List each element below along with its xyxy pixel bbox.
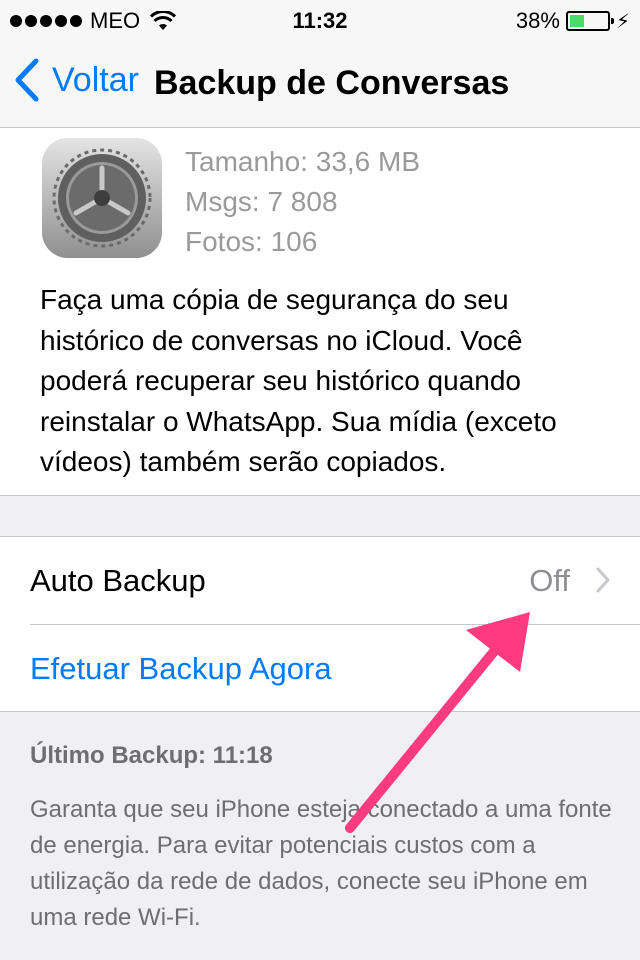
- chevron-left-icon: [15, 58, 39, 102]
- battery-percent: 38%: [515, 8, 560, 33]
- backup-message-count: Msgs: 7 808: [185, 186, 338, 217]
- status-bar: MEO 11:32 38% ⚡: [0, 0, 640, 40]
- back-label: Voltar: [52, 60, 139, 99]
- auto-backup-label: Auto Backup: [30, 563, 206, 598]
- backup-stats: Tamanho: 33,6 MB Msgs: 7 808 Fotos: 106: [185, 142, 420, 262]
- backup-now-button[interactable]: Efetuar Backup Agora: [30, 651, 332, 687]
- backup-now-row[interactable]: Efetuar Backup Agora: [0, 625, 640, 712]
- backup-size: Tamanho: 33,6 MB: [185, 146, 421, 177]
- settings-gear-icon: [42, 138, 162, 258]
- status-right: 38% ⚡: [516, 8, 630, 34]
- back-button[interactable]: Voltar: [14, 58, 139, 102]
- nav-bar: Voltar Backup de Conversas: [0, 40, 640, 128]
- backup-options-group: Auto Backup Off Efetuar Backup Agora: [0, 536, 640, 712]
- auto-backup-value: Off: [529, 563, 570, 598]
- chevron-right-icon: [596, 567, 610, 593]
- backup-photo-count: Fotos: 106: [185, 226, 318, 257]
- auto-backup-row[interactable]: Auto Backup Off: [0, 537, 640, 625]
- backup-info-card: Tamanho: 33,6 MB Msgs: 7 808 Fotos: 106 …: [0, 128, 640, 496]
- last-backup-label: Último Backup: 11:18: [30, 742, 273, 769]
- power-wifi-note: Garanta que seu iPhone esteja conectado …: [30, 796, 612, 931]
- charging-icon: ⚡: [615, 10, 630, 33]
- battery-fill: [569, 15, 584, 27]
- battery-icon: [565, 11, 614, 31]
- backup-description: Faça uma cópia de segurança do seu histó…: [40, 284, 557, 477]
- page-title: Backup de Conversas: [154, 64, 510, 102]
